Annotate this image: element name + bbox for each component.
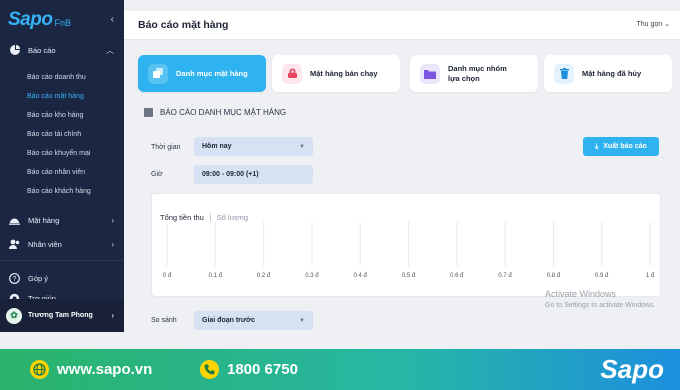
sidebar-item-promotion[interactable]: Báo cáo khuyến mại xyxy=(0,144,124,163)
card-cancelled[interactable]: Mặt hàng đã hủy xyxy=(544,55,672,92)
sidebar-item-inventory[interactable]: Báo cáo kho hàng xyxy=(0,106,124,125)
food-tray-icon xyxy=(9,215,20,226)
tab-divider xyxy=(209,213,211,222)
tab-total-revenue[interactable]: Tổng tiền thu xyxy=(160,213,204,222)
card-product-category[interactable]: Danh mục mặt hàng xyxy=(138,55,266,92)
collapse-button[interactable]: Thu gọn ⌄ xyxy=(636,20,670,28)
sapo-logo[interactable]: Sapo xyxy=(8,9,53,31)
x-tick-label: 0.4 đ xyxy=(354,273,368,279)
sidebar-item-revenue[interactable]: Báo cáo doanh thu xyxy=(0,68,124,87)
avatar: ✿ xyxy=(6,307,22,324)
download-icon: ⤓ xyxy=(595,142,599,150)
fire-icon xyxy=(282,63,302,84)
users-icon xyxy=(9,239,20,250)
hour-field[interactable]: 09:00 - 09:00 (+1) xyxy=(194,165,313,184)
website-text: www.sapo.vn xyxy=(57,361,153,378)
tab-quantity[interactable]: Số lượng xyxy=(217,213,248,222)
sidebar-item-staff-report[interactable]: Báo cáo nhân viên xyxy=(0,163,124,182)
folder-icon xyxy=(420,63,440,84)
nav-group-products[interactable]: Mặt hàng › xyxy=(0,208,124,232)
x-tick-label: 0.1 đ xyxy=(209,273,223,279)
time-label: Thời gian xyxy=(151,144,181,151)
nav-group-label: Báo cáo xyxy=(28,45,56,55)
chevron-right-icon: › xyxy=(111,311,114,320)
activation-watermark-subtitle: Go to Settings to activate Windows. xyxy=(545,302,656,309)
user-name: Trương Tam Phong xyxy=(28,312,93,319)
x-tick-label: 0.8 đ xyxy=(547,273,561,279)
user-menu[interactable]: ✿ Trương Tam Phong › xyxy=(0,299,124,332)
svg-text:?: ? xyxy=(13,276,17,283)
compare-value: Giai đoạn trước xyxy=(202,317,255,324)
nav-feedback[interactable]: ? Góp ý xyxy=(0,268,124,288)
card-label: Danh mục mặt hàng xyxy=(176,69,248,78)
nav-group-reports[interactable]: Báo cáo ︿ xyxy=(0,40,124,60)
promo-banner: www.sapo.vn 1800 6750 Sapo xyxy=(0,349,680,390)
x-tick-label: 0.9 đ xyxy=(595,273,609,279)
section-title: BÁO CÁO DANH MỤC MẶT HÀNG xyxy=(144,108,286,117)
nav-group-label: Mặt hàng xyxy=(28,215,60,225)
phone-link[interactable]: 1800 6750 xyxy=(200,360,298,379)
x-tick-label: 0.2 đ xyxy=(257,273,271,279)
page-title: Báo cáo mặt hàng xyxy=(138,19,229,31)
chevron-up-icon: ︿ xyxy=(106,45,114,55)
card-label: Mặt hàng đã hủy xyxy=(582,69,642,78)
chart-card: Tổng tiền thu Số lượng 0 đ 0.1 đ 0.2 đ 0.3 … xyxy=(151,193,661,297)
hour-label: Giờ xyxy=(151,171,163,178)
x-tick-label: 1 đ xyxy=(646,273,655,279)
sidebar-item-product-report[interactable]: Báo cáo mặt hàng xyxy=(0,87,124,106)
nav-group-label: Nhân viên xyxy=(28,239,62,249)
compare-select[interactable]: Giai đoạn trước ▼ xyxy=(194,311,313,330)
section-title-text: BÁO CÁO DANH MỤC MẶT HÀNG xyxy=(160,108,287,117)
sidebar-item-finance[interactable]: Báo cáo tài chính xyxy=(0,125,124,144)
time-value: Hôm nay xyxy=(202,143,232,150)
nav-label: Góp ý xyxy=(28,273,49,283)
stack-icon xyxy=(144,108,153,117)
card-label: Danh mục nhóm lựa chọn xyxy=(448,63,507,83)
chevron-right-icon: › xyxy=(111,215,114,225)
chevron-right-icon: › xyxy=(111,239,114,249)
chart-tabs: Tổng tiền thu Số lượng xyxy=(160,213,248,222)
nav-group-staff[interactable]: Nhân viên › xyxy=(0,232,124,256)
sidebar: Sapo FnB ‹ Báo cáo ︿ Báo cáo doanh thu B… xyxy=(0,0,124,332)
pie-chart-icon xyxy=(9,45,20,56)
report-type-cards: Danh mục mặt hàng Mặt hàng bán chạy Danh… xyxy=(138,55,672,93)
x-tick-label: 0 đ xyxy=(163,273,172,279)
logo-sub: FnB xyxy=(54,18,71,28)
revenue-chart: 0 đ 0.1 đ 0.2 đ 0.3 đ 0.4 đ 0.5 đ 0.6 đ 0.7 đ 0.… xyxy=(163,222,655,279)
question-icon: ? xyxy=(9,272,20,284)
collapse-label: Thu gọn xyxy=(636,21,663,28)
phone-text: 1800 6750 xyxy=(227,361,298,378)
time-select[interactable]: Hôm nay ▼ xyxy=(194,137,313,156)
page-header: Báo cáo mặt hàng Thu gọn ⌄ xyxy=(124,11,680,40)
x-tick-label: 0.3 đ xyxy=(305,273,319,279)
stack-icon xyxy=(148,63,168,84)
card-option-group[interactable]: Danh mục nhóm lựa chọn xyxy=(410,55,538,92)
x-tick-label: 0.6 đ xyxy=(450,273,464,279)
phone-icon xyxy=(200,360,219,379)
export-button[interactable]: ⤓ Xuất báo cáo xyxy=(583,137,659,156)
sidebar-item-customer[interactable]: Báo cáo khách hàng xyxy=(0,182,124,201)
x-tick-label: 0.7 đ xyxy=(498,273,512,279)
chevron-down-icon: ▼ xyxy=(299,143,305,150)
x-tick-label: 0.5 đ xyxy=(402,273,416,279)
chevron-down-icon: ⌄ xyxy=(664,21,670,28)
card-best-selling[interactable]: Mặt hàng bán chạy xyxy=(272,55,400,92)
globe-icon xyxy=(30,360,49,379)
chevron-down-icon: ▼ xyxy=(299,317,305,324)
compare-label: So sánh xyxy=(151,317,177,324)
website-link[interactable]: www.sapo.vn xyxy=(30,360,152,379)
export-label: Xuất báo cáo xyxy=(603,143,647,150)
logo-row: Sapo FnB ‹ xyxy=(0,0,124,40)
card-label: Mặt hàng bán chạy xyxy=(310,69,378,78)
activation-watermark-title: Activate Windows xyxy=(545,289,617,299)
hour-value: 09:00 - 09:00 (+1) xyxy=(202,171,259,178)
sapo-brand-logo: Sapo xyxy=(600,354,664,384)
chevron-left-icon[interactable]: ‹ xyxy=(111,14,114,25)
trash-icon xyxy=(554,63,574,84)
